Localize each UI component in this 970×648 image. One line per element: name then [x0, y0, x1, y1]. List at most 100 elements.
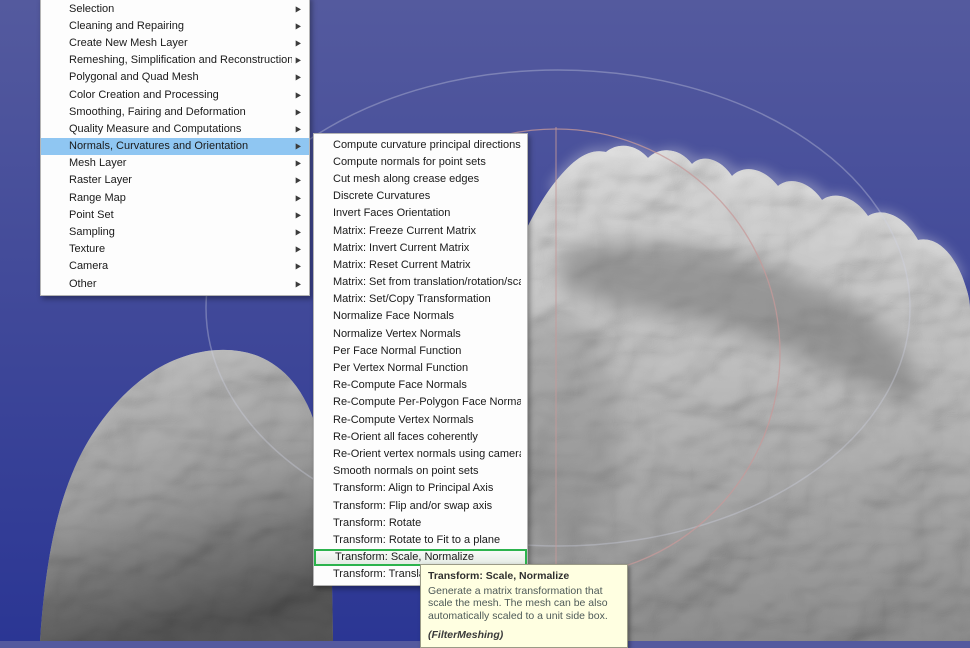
- menu-item-label: Matrix: Set/Copy Transformation: [333, 293, 521, 305]
- menu-item-label: Normalize Face Normals: [333, 310, 521, 322]
- submenu-item-per-vertex-normal-function[interactable]: Per Vertex Normal Function: [314, 359, 527, 376]
- submenu-item-re-orient-all-faces-coherently[interactable]: Re-Orient all faces coherently: [314, 428, 527, 445]
- submenu-item-matrix-reset-current-matrix[interactable]: Matrix: Reset Current Matrix: [314, 256, 527, 273]
- menu-item-label: Color Creation and Processing: [69, 89, 292, 101]
- filters-menu-item-range-map[interactable]: Range Map▶: [41, 189, 309, 206]
- menu-item-label: Smoothing, Fairing and Deformation: [69, 106, 292, 118]
- filters-menu-item-quality-measure-and-computations[interactable]: Quality Measure and Computations ▶: [41, 120, 309, 137]
- submenu-item-re-compute-per-polygon-face-normals[interactable]: Re-Compute Per-Polygon Face Normals: [314, 394, 527, 411]
- menu-item-label: Matrix: Set from translation/rotation/sc…: [333, 276, 521, 288]
- filters-menu: Selection▶Cleaning and Repairing▶Create …: [40, 0, 310, 296]
- menu-item-label: Mesh Layer: [69, 157, 292, 169]
- submenu-item-matrix-invert-current-matrix[interactable]: Matrix: Invert Current Matrix: [314, 239, 527, 256]
- submenu-item-compute-normals-for-point-sets[interactable]: Compute normals for point sets: [314, 153, 527, 170]
- menu-item-label: Per Face Normal Function: [333, 345, 521, 357]
- submenu-item-transform-align-to-principal-axis[interactable]: Transform: Align to Principal Axis: [314, 480, 527, 497]
- submenu-item-matrix-freeze-current-matrix[interactable]: Matrix: Freeze Current Matrix: [314, 222, 527, 239]
- menu-item-label: Re-Orient all faces coherently: [333, 431, 521, 443]
- menu-item-label: Matrix: Invert Current Matrix: [333, 242, 521, 254]
- filters-menu-item-smoothing-fairing-and-deformation[interactable]: Smoothing, Fairing and Deformation▶: [41, 103, 309, 120]
- menu-item-label: Smooth normals on point sets: [333, 465, 521, 477]
- menu-item-label: Transform: Scale, Normalize: [335, 551, 519, 563]
- filters-menu-item-point-set[interactable]: Point Set ▶: [41, 206, 309, 223]
- submenu-arrow-icon: ▶: [296, 141, 301, 150]
- submenu-item-per-face-normal-function[interactable]: Per Face Normal Function: [314, 342, 527, 359]
- filters-menu-item-polygonal-and-quad-mesh[interactable]: Polygonal and Quad Mesh ▶: [41, 69, 309, 86]
- submenu-item-transform-rotate[interactable]: Transform: Rotate: [314, 514, 527, 531]
- filter-tooltip: Transform: Scale, Normalize Generate a m…: [420, 564, 628, 648]
- menu-item-label: Polygonal and Quad Mesh: [69, 71, 292, 83]
- menu-item-label: Matrix: Reset Current Matrix: [333, 259, 521, 271]
- menu-item-label: Per Vertex Normal Function: [333, 362, 521, 374]
- menu-item-label: Re-Compute Per-Polygon Face Normals: [333, 396, 521, 408]
- menu-item-label: Matrix: Freeze Current Matrix: [333, 225, 521, 237]
- filters-menu-item-texture[interactable]: Texture▶: [41, 241, 309, 258]
- submenu-item-transform-flip-and-or-swap-axis[interactable]: Transform: Flip and/or swap axis: [314, 497, 527, 514]
- submenu-item-re-compute-vertex-normals[interactable]: Re-Compute Vertex Normals: [314, 411, 527, 428]
- filters-menu-item-remeshing-simplification-and-reconstruction[interactable]: Remeshing, Simplification and Reconstruc…: [41, 52, 309, 69]
- menu-item-label: Sampling: [69, 226, 292, 238]
- menu-item-label: Other: [69, 278, 292, 290]
- submenu-item-cut-mesh-along-crease-edges[interactable]: Cut mesh along crease edges: [314, 170, 527, 187]
- filters-menu-item-other[interactable]: Other ▶: [41, 275, 309, 292]
- menu-item-label: Re-Compute Face Normals: [333, 379, 521, 391]
- menu-item-label: Selection: [69, 3, 292, 15]
- submenu-arrow-icon: ▶: [296, 159, 301, 168]
- submenu-arrow-icon: ▶: [296, 4, 301, 13]
- filters-menu-item-sampling[interactable]: Sampling ▶: [41, 223, 309, 240]
- menu-item-label: Quality Measure and Computations: [69, 123, 292, 135]
- submenu-arrow-icon: ▶: [296, 262, 301, 271]
- menu-item-label: Transform: Rotate: [333, 517, 521, 529]
- menu-item-label: Discrete Curvatures: [333, 190, 521, 202]
- menu-item-label: Normals, Curvatures and Orientation: [69, 140, 292, 152]
- menu-item-label: Raster Layer: [69, 174, 292, 186]
- menu-item-label: Remeshing, Simplification and Reconstruc…: [69, 54, 292, 66]
- submenu-item-normalize-vertex-normals[interactable]: Normalize Vertex Normals: [314, 325, 527, 342]
- submenu-item-re-compute-face-normals[interactable]: Re-Compute Face Normals: [314, 377, 527, 394]
- submenu-item-matrix-set-from-translation-rotation-scale[interactable]: Matrix: Set from translation/rotation/sc…: [314, 274, 527, 291]
- tooltip-title: Transform: Scale, Normalize: [428, 570, 620, 583]
- normals-submenu: Compute curvature principal directions Co…: [313, 133, 528, 586]
- submenu-item-discrete-curvatures[interactable]: Discrete Curvatures: [314, 188, 527, 205]
- submenu-arrow-icon: ▶: [296, 176, 301, 185]
- submenu-item-normalize-face-normals[interactable]: Normalize Face Normals: [314, 308, 527, 325]
- filters-menu-item-camera[interactable]: Camera ▶: [41, 258, 309, 275]
- submenu-arrow-icon: ▶: [296, 279, 301, 288]
- tooltip-body: Generate a matrix transformation that sc…: [428, 585, 620, 623]
- submenu-item-compute-curvature-principal-directions[interactable]: Compute curvature principal directions: [314, 136, 527, 153]
- submenu-item-transform-rotate-to-fit-to-a-plane[interactable]: Transform: Rotate to Fit to a plane: [314, 531, 527, 548]
- menu-item-label: Transform: Flip and/or swap axis: [333, 500, 521, 512]
- menu-item-label: Re-Compute Vertex Normals: [333, 414, 521, 426]
- submenu-arrow-icon: ▶: [296, 227, 301, 236]
- menu-item-label: Compute curvature principal directions: [333, 139, 521, 151]
- filters-menu-item-create-new-mesh-layer[interactable]: Create New Mesh Layer ▶: [41, 34, 309, 51]
- menu-item-label: Cut mesh along crease edges: [333, 173, 521, 185]
- filters-menu-item-cleaning-and-repairing[interactable]: Cleaning and Repairing ▶: [41, 17, 309, 34]
- filters-menu-item-mesh-layer[interactable]: Mesh Layer ▶: [41, 155, 309, 172]
- submenu-arrow-icon: ▶: [296, 38, 301, 47]
- filters-menu-item-raster-layer[interactable]: Raster Layer ▶: [41, 172, 309, 189]
- submenu-arrow-icon: ▶: [296, 210, 301, 219]
- menu-item-label: Texture: [69, 243, 292, 255]
- menu-item-label: Cleaning and Repairing: [69, 20, 292, 32]
- filters-menu-item-color-creation-and-processing[interactable]: Color Creation and Processing▶: [41, 86, 309, 103]
- menu-item-label: Point Set: [69, 209, 292, 221]
- menu-item-label: Transform: Align to Principal Axis: [333, 482, 521, 494]
- submenu-arrow-icon: ▶: [296, 124, 301, 133]
- filters-menu-item-normals-curvatures-and-orientation[interactable]: Normals, Curvatures and Orientation ▶: [41, 138, 309, 155]
- submenu-item-re-orient-vertex-normals-using-cameras[interactable]: Re-Orient vertex normals using cameras: [314, 445, 527, 462]
- submenu-item-matrix-set-copy-transformation[interactable]: Matrix: Set/Copy Transformation: [314, 291, 527, 308]
- menu-item-label: Transform: Rotate to Fit to a plane: [333, 534, 521, 546]
- menu-item-label: Re-Orient vertex normals using cameras: [333, 448, 521, 460]
- submenu-item-smooth-normals-on-point-sets[interactable]: Smooth normals on point sets: [314, 463, 527, 480]
- submenu-arrow-icon: ▶: [296, 56, 301, 65]
- submenu-arrow-icon: ▶: [296, 193, 301, 202]
- tooltip-footer: (FilterMeshing): [428, 629, 620, 642]
- menu-item-label: Camera: [69, 260, 292, 272]
- submenu-arrow-icon: ▶: [296, 21, 301, 30]
- menu-item-label: Invert Faces Orientation: [333, 207, 521, 219]
- submenu-arrow-icon: ▶: [296, 73, 301, 82]
- submenu-item-invert-faces-orientation[interactable]: Invert Faces Orientation: [314, 205, 527, 222]
- filters-menu-item-selection[interactable]: Selection ▶: [41, 0, 309, 17]
- menu-item-label: Create New Mesh Layer: [69, 37, 292, 49]
